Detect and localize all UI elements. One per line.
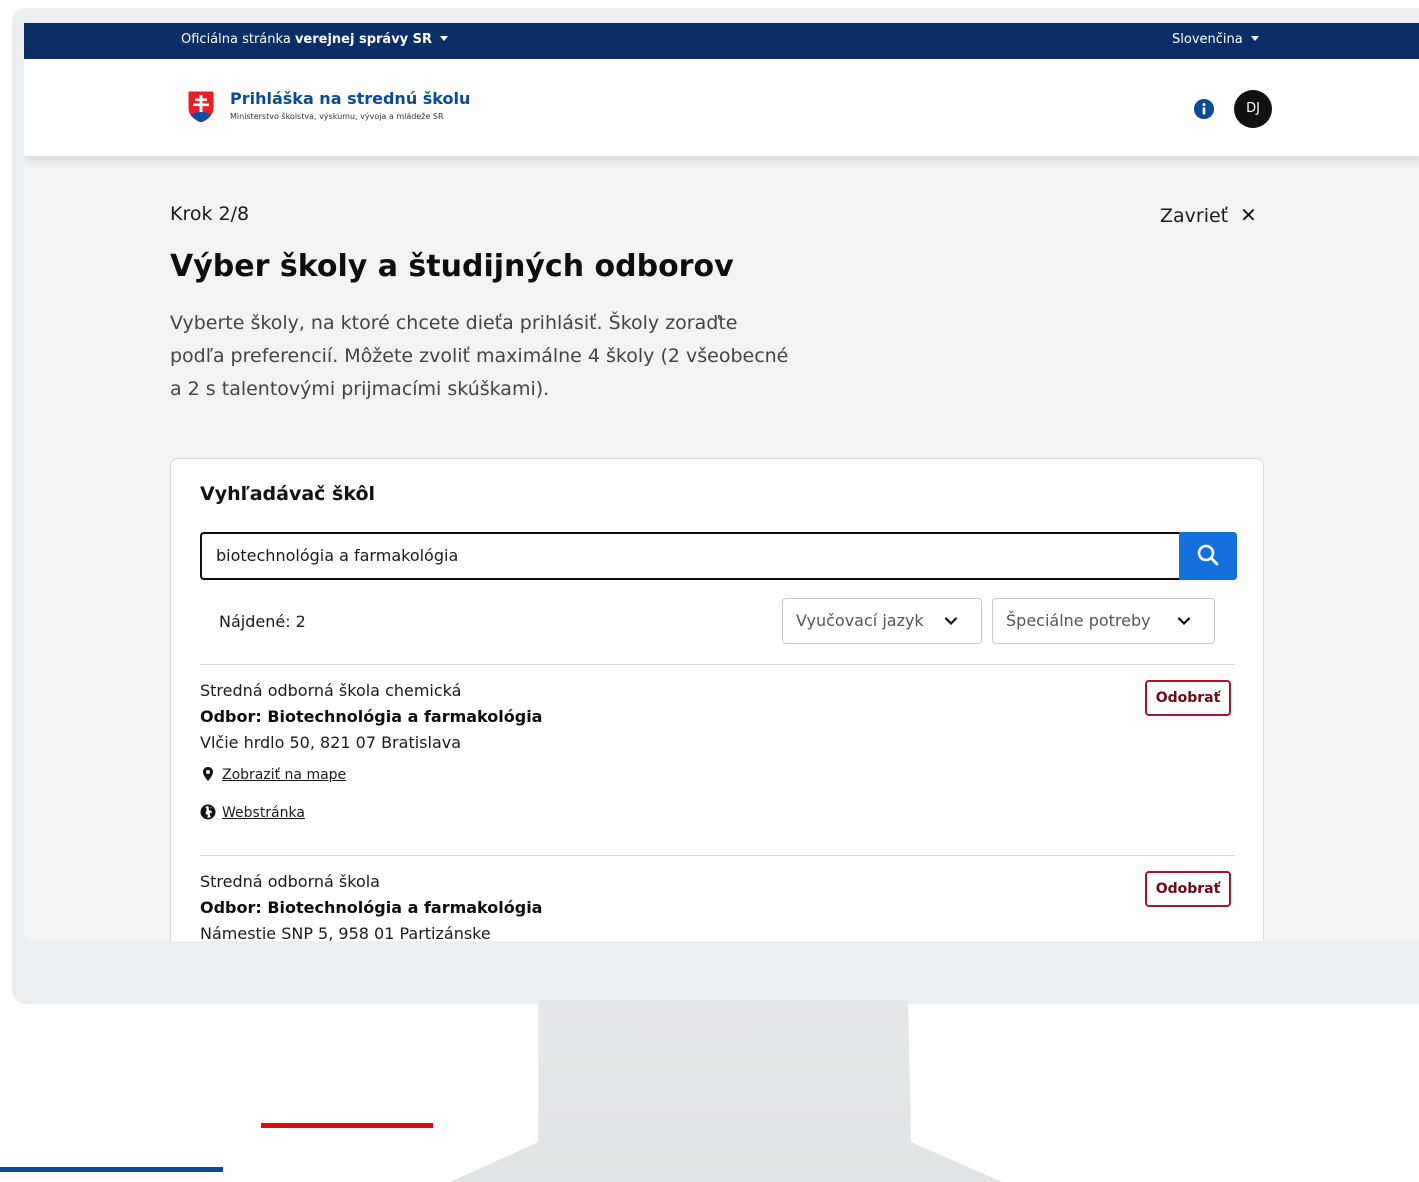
card-title: Vyhľadávač škôl xyxy=(200,483,376,505)
special-needs-filter-dropdown[interactable]: Špeciálne potreby xyxy=(992,598,1215,644)
official-site-menu[interactable]: Oficiálna stránka verejnej správy SR xyxy=(181,32,449,47)
gov-topbar: Oficiálna stránka verejnej správy SR Slo… xyxy=(24,23,1419,59)
website-link[interactable]: Webstránka xyxy=(200,804,542,826)
map-link[interactable]: Zobraziť na mape xyxy=(200,766,542,788)
list-item: Stredná odborná škola chemická Odbor: Bi… xyxy=(200,681,542,826)
official-bold: verejnej správy SR xyxy=(294,32,433,47)
app-title[interactable]: Prihláška na strednú školu xyxy=(230,89,470,108)
language-filter-label: Vyučovací jazyk xyxy=(796,611,924,630)
search-query: biotechnológia a farmakológia xyxy=(216,546,459,565)
list-item: Stredná odborná škola Odbor: Biotechnoló… xyxy=(200,872,542,941)
divider xyxy=(200,855,1235,856)
school-address: Námestie SNP 5, 958 01 Partizánske xyxy=(200,924,491,941)
school-address: Vlčie hrdlo 50, 821 07 Bratislava xyxy=(200,733,462,752)
language-filter-dropdown[interactable]: Vyučovací jazyk xyxy=(782,598,982,644)
step-indicator: Krok 2/8 xyxy=(170,203,250,225)
info-icon[interactable] xyxy=(1194,99,1214,119)
divider xyxy=(200,664,1235,665)
study-field: Odbor: Biotechnológia a farmakológia xyxy=(200,707,543,726)
close-label: Zavrieť xyxy=(1160,205,1229,227)
caret-down-icon xyxy=(440,36,449,41)
school-search-card: Vyhľadávač škôl biotechnológia a farmako… xyxy=(170,458,1264,941)
language-select[interactable]: Slovenčina xyxy=(1172,32,1259,47)
study-field: Odbor: Biotechnológia a farmakológia xyxy=(200,898,543,917)
screen: Oficiálna stránka verejnej správy SR Slo… xyxy=(24,23,1419,941)
monitor-stand xyxy=(450,1000,1002,1182)
remove-button[interactable]: Odobrať xyxy=(1145,871,1231,907)
search-icon xyxy=(1197,544,1219,566)
user-avatar[interactable]: DJ xyxy=(1234,90,1272,128)
special-needs-filter-label: Špeciálne potreby xyxy=(1006,611,1151,630)
app-header: Prihláška na strednú školu Ministerstvo … xyxy=(24,59,1419,156)
ministry-name: Ministerstvo školstva, výskumu, vývoja a… xyxy=(230,112,444,121)
page-description: Vyberte školy, na ktoré chcete dieťa pri… xyxy=(170,312,789,400)
website-link-label[interactable]: Webstránka xyxy=(222,805,305,821)
decorative-blue-line xyxy=(0,1167,223,1172)
school-name: Stredná odborná škola chemická xyxy=(200,681,462,700)
map-link-label[interactable]: Zobraziť na mape xyxy=(222,767,346,783)
close-icon: ✕ xyxy=(1240,203,1257,227)
decorative-red-line xyxy=(261,1123,433,1128)
close-button[interactable]: Zavrieť ✕ xyxy=(1160,203,1257,227)
remove-button[interactable]: Odobrať xyxy=(1145,680,1231,716)
results-count: Nájdené: 2 xyxy=(219,612,306,631)
language-label: Slovenčina xyxy=(1172,32,1243,47)
search-button[interactable] xyxy=(1179,532,1237,580)
map-pin-icon xyxy=(203,767,213,781)
page-title: Výber školy a študijných odborov xyxy=(170,249,734,284)
globe-icon xyxy=(200,804,216,820)
official-prefix: Oficiálna stránka xyxy=(181,32,291,47)
search-input[interactable]: biotechnológia a farmakológia xyxy=(200,532,1237,580)
school-name: Stredná odborná škola xyxy=(200,872,380,891)
slovak-crest-icon xyxy=(187,90,215,124)
chevron-down-icon xyxy=(944,617,958,626)
chevron-down-icon xyxy=(1177,617,1191,626)
caret-down-icon xyxy=(1250,36,1259,41)
